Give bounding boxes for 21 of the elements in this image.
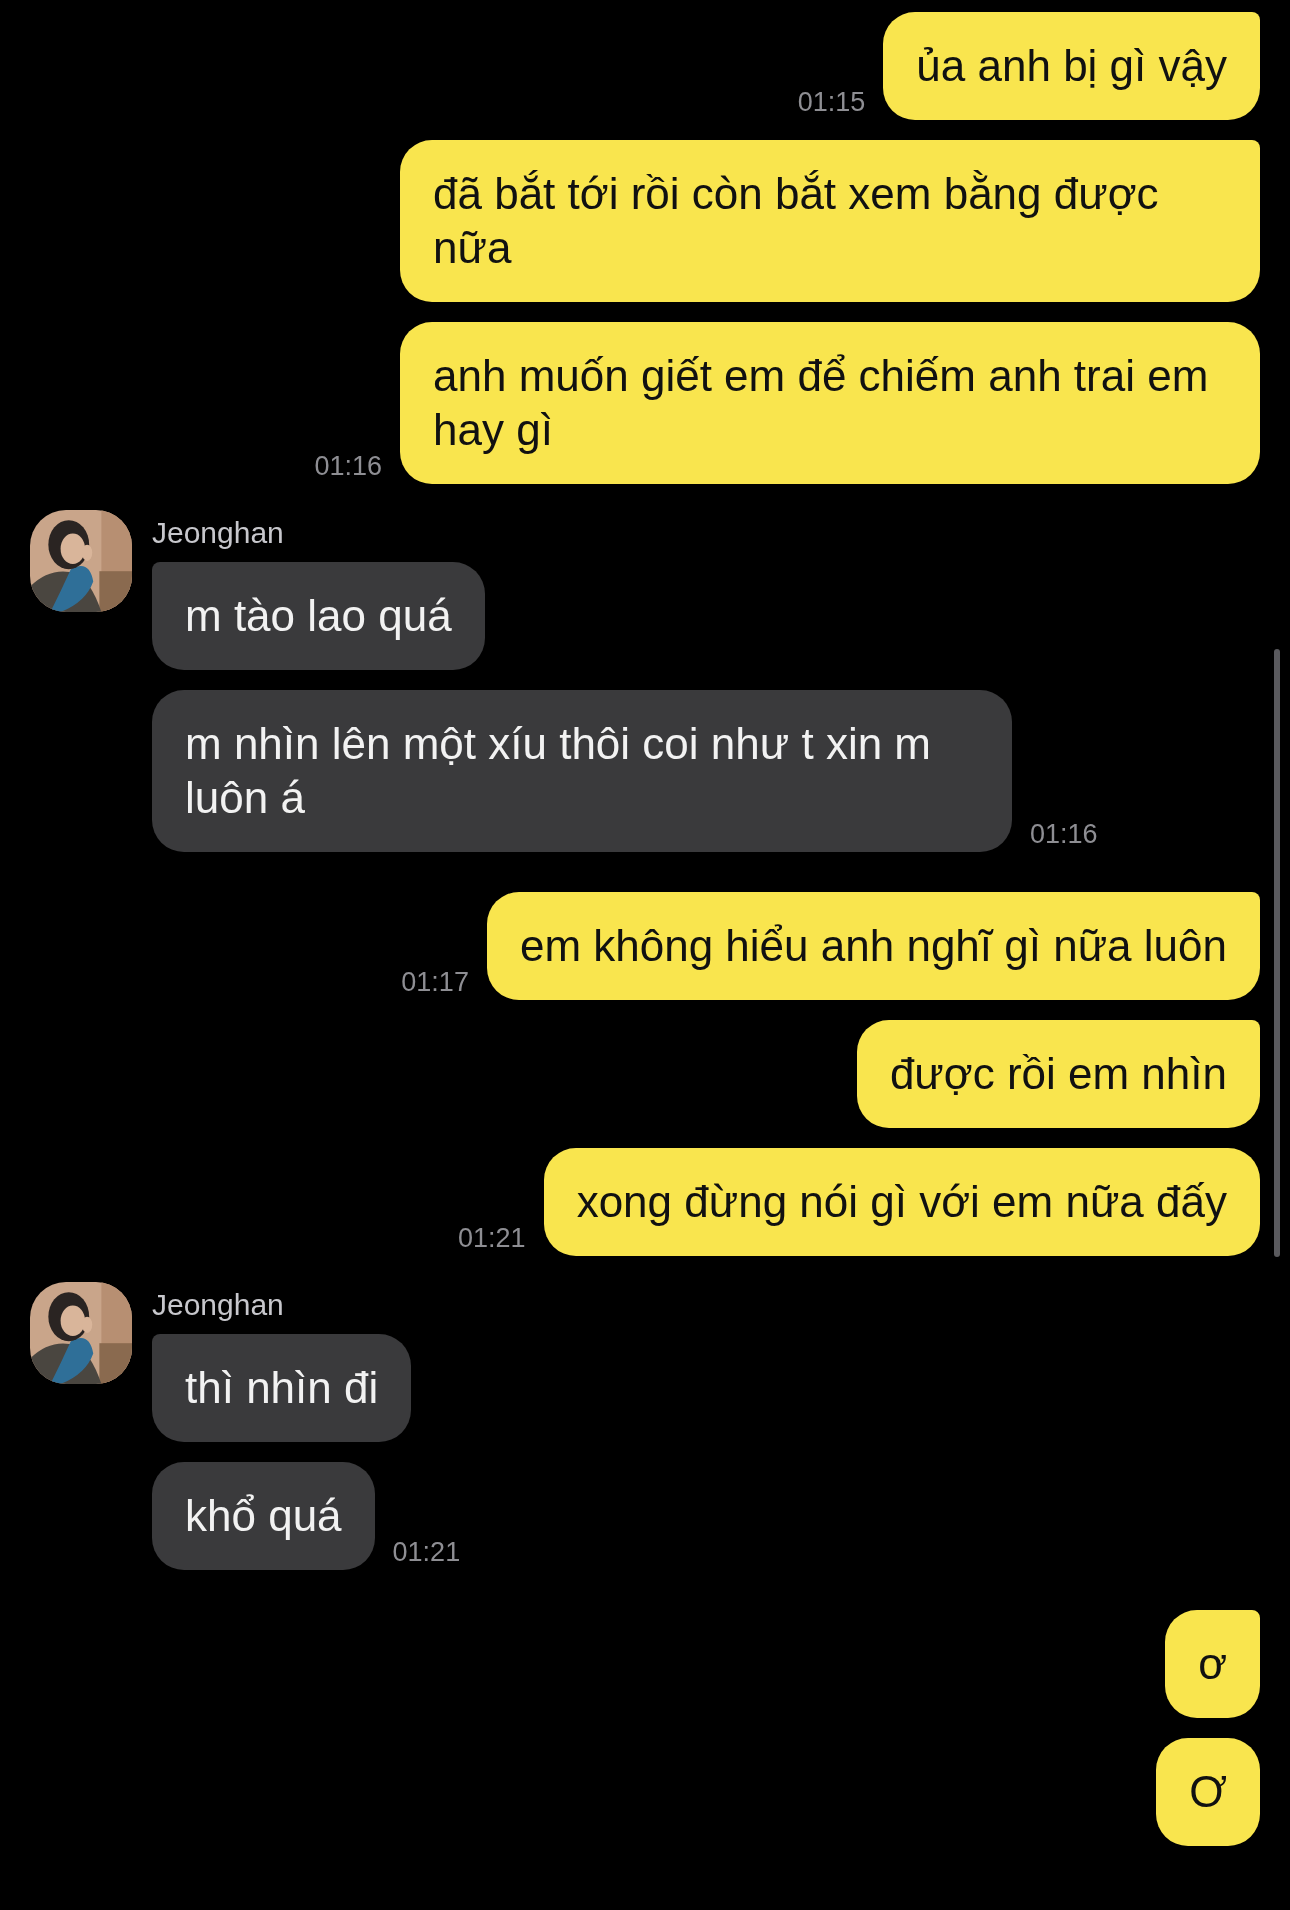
message-bubble: được rồi em nhìn [856, 1020, 1260, 1128]
message-bubble: Ơ [1156, 1738, 1260, 1846]
message-bubble: em không hiểu anh nghĩ gì nữa luôn [486, 892, 1260, 1000]
timestamp: 01:21 [458, 1225, 526, 1255]
sender-name: Jeonghan [152, 518, 285, 548]
message-bubble: đã bắt tới rồi còn bắt xem bằng được nữa [400, 140, 1260, 302]
timestamp: 01:15 [797, 89, 866, 119]
message-bubble: xong đừng nói gì với em nữa đấy [543, 1148, 1260, 1256]
timestamp: 01:21 [392, 1539, 461, 1569]
sender-name: Jeonghan [152, 1290, 285, 1320]
message-bubble: ơ [1165, 1610, 1260, 1718]
message-bubble: ủa anh bị gì vậy [883, 12, 1260, 120]
message-bubble: thì nhìn đi [152, 1334, 412, 1442]
scrollbar[interactable] [1274, 649, 1280, 1257]
timestamp: 01:17 [401, 969, 469, 999]
timestamp: 01:16 [314, 453, 382, 483]
timestamp: 01:16 [1030, 821, 1098, 851]
message-bubble: m tào lao quá [152, 562, 485, 670]
message-bubble: m nhìn lên một xíu thôi coi như t xin m luôn á [152, 690, 1012, 852]
message-bubble: anh muốn giết em để chiếm anh trai em hay gì [400, 322, 1260, 484]
message-bubble: khổ quá [152, 1462, 375, 1570]
